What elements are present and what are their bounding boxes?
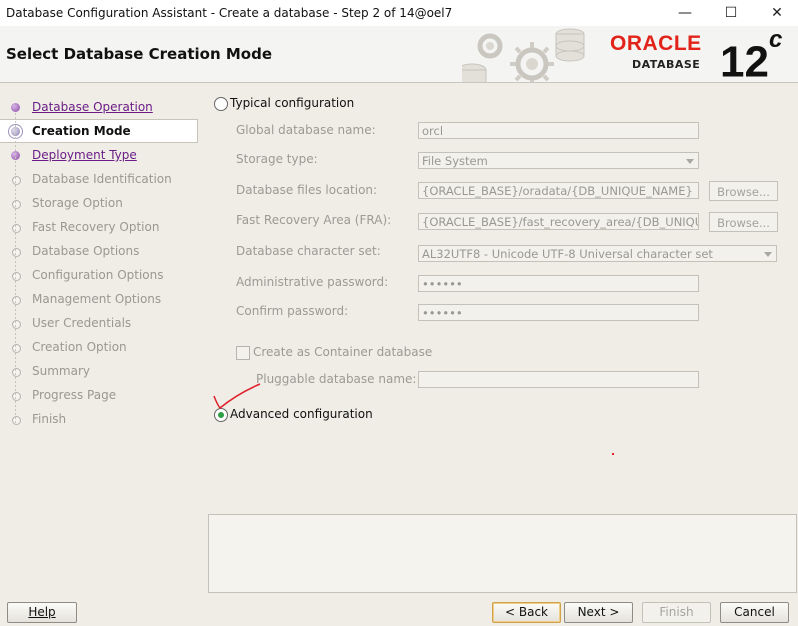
step-label: Management Options xyxy=(32,292,162,306)
next-button[interactable]: Next > xyxy=(564,602,633,623)
step-user-credentials: User Credentials xyxy=(0,312,197,334)
pluggable-db-input[interactable] xyxy=(418,371,699,388)
step-pending-icon xyxy=(12,248,21,257)
step-label: Database Options xyxy=(32,244,140,258)
creation-mode-panel: Typical configuration Global database na… xyxy=(207,83,798,593)
step-current-icon xyxy=(11,127,20,136)
db-files-location-label: Database files location: xyxy=(236,183,378,197)
cancel-button-label: Cancel xyxy=(734,605,775,619)
step-pending-icon xyxy=(12,296,21,305)
storage-type-label: Storage type: xyxy=(236,152,318,166)
step-done-icon xyxy=(11,103,20,112)
help-button[interactable]: Help xyxy=(7,602,77,623)
step-label: Storage Option xyxy=(32,196,123,210)
annotation-dot xyxy=(612,453,614,455)
version-number: 12 xyxy=(720,37,769,87)
step-database-identification: Database Identification xyxy=(0,168,197,190)
charset-value: AL32UTF8 - Unicode UTF-8 Universal chara… xyxy=(422,247,713,261)
chevron-down-icon xyxy=(764,252,772,257)
step-database-options: Database Options xyxy=(0,240,197,262)
window-titlebar: Database Configuration Assistant - Creat… xyxy=(0,0,798,26)
typical-config-label[interactable]: Typical configuration xyxy=(230,96,354,110)
step-pending-icon xyxy=(12,200,21,209)
step-summary: Summary xyxy=(0,360,197,382)
step-label: Database Operation xyxy=(32,100,153,114)
step-progress-page: Progress Page xyxy=(0,384,197,406)
step-pending-icon xyxy=(12,392,21,401)
step-pending-icon xyxy=(12,344,21,353)
version-suffix: c xyxy=(768,26,783,53)
step-pending-icon xyxy=(12,320,21,329)
step-pending-icon xyxy=(12,272,21,281)
db-files-location-input[interactable]: {ORACLE_BASE}/oradata/{DB_UNIQUE_NAME} xyxy=(418,182,699,199)
chevron-down-icon xyxy=(686,159,694,164)
finish-button-label: Finish xyxy=(659,605,694,619)
global-db-name-label: Global database name: xyxy=(236,123,376,137)
confirm-password-input[interactable]: •••••• xyxy=(418,304,699,321)
message-panel xyxy=(208,514,797,593)
step-label: Summary xyxy=(32,364,90,378)
pluggable-db-label: Pluggable database name: xyxy=(256,372,417,386)
step-label: Creation Mode xyxy=(32,124,131,138)
admin-password-input[interactable]: •••••• xyxy=(418,275,699,292)
step-label: Fast Recovery Option xyxy=(32,220,160,234)
step-fast-recovery-option: Fast Recovery Option xyxy=(0,216,197,238)
step-pending-icon xyxy=(12,416,21,425)
version-logo: 12c xyxy=(720,26,782,87)
step-label: Database Identification xyxy=(32,172,172,186)
step-configuration-options: Configuration Options xyxy=(0,264,197,286)
step-label: Configuration Options xyxy=(32,268,164,282)
step-deployment-type[interactable]: Deployment Type xyxy=(0,144,197,166)
step-pending-icon xyxy=(12,176,21,185)
step-label: User Credentials xyxy=(32,316,132,330)
storage-type-value: File System xyxy=(422,154,488,168)
charset-label: Database character set: xyxy=(236,244,381,258)
cancel-button[interactable]: Cancel xyxy=(720,602,789,623)
step-label: Progress Page xyxy=(32,388,117,402)
oracle-logo: ORACLE DATABASE xyxy=(610,32,702,71)
finish-button[interactable]: Finish xyxy=(642,602,711,623)
fra-input[interactable]: {ORACLE_BASE}/fast_recovery_area/{DB_UNI… xyxy=(418,213,699,230)
step-creation-mode[interactable]: Creation Mode xyxy=(0,119,198,143)
wizard-header: Select Database Creation Mode ORACLE DAT… xyxy=(0,26,798,86)
step-management-options: Management Options xyxy=(0,288,197,310)
confirm-password-label: Confirm password: xyxy=(236,304,349,318)
admin-password-label: Administrative password: xyxy=(236,275,389,289)
page-title: Select Database Creation Mode xyxy=(6,45,272,63)
fra-browse-button[interactable]: Browse... xyxy=(709,212,778,232)
container-db-checkbox[interactable] xyxy=(236,346,250,360)
close-icon[interactable]: ✕ xyxy=(754,2,798,24)
step-label: Deployment Type xyxy=(32,148,137,162)
container-db-label: Create as Container database xyxy=(253,345,433,359)
back-button-label: < Back xyxy=(504,605,548,619)
minimize-icon[interactable]: — xyxy=(662,2,708,24)
back-button[interactable]: < Back xyxy=(492,602,561,623)
step-label: Finish xyxy=(32,412,67,426)
oracle-database-label: DATABASE xyxy=(632,58,701,71)
step-label: Creation Option xyxy=(32,340,127,354)
fra-label: Fast Recovery Area (FRA): xyxy=(236,213,392,227)
gears-graphic-icon xyxy=(462,28,585,82)
step-database-operation[interactable]: Database Operation xyxy=(0,96,197,118)
db-files-browse-button[interactable]: Browse... xyxy=(709,181,778,201)
checkmark-annotation-icon xyxy=(213,383,261,410)
typical-config-radio[interactable] xyxy=(214,97,228,111)
step-done-icon xyxy=(11,151,20,160)
global-db-name-input[interactable]: orcl xyxy=(418,122,699,139)
step-pending-icon xyxy=(12,224,21,233)
next-button-label: Next > xyxy=(577,605,620,619)
wizard-steps: Database Operation Creation Mode Deploym… xyxy=(0,83,200,583)
wizard-footer: Help < Back Next > Finish Cancel xyxy=(0,596,798,626)
step-finish: Finish xyxy=(0,408,197,430)
oracle-brand: ORACLE xyxy=(610,32,702,55)
storage-type-select[interactable]: File System xyxy=(418,152,699,169)
step-creation-option: Creation Option xyxy=(0,336,197,358)
charset-select[interactable]: AL32UTF8 - Unicode UTF-8 Universal chara… xyxy=(418,245,777,262)
window-title: Database Configuration Assistant - Creat… xyxy=(6,6,453,20)
maximize-icon[interactable]: ☐ xyxy=(708,2,754,24)
step-pending-icon xyxy=(12,368,21,377)
step-storage-option: Storage Option xyxy=(0,192,197,214)
help-button-label: Help xyxy=(28,605,56,619)
